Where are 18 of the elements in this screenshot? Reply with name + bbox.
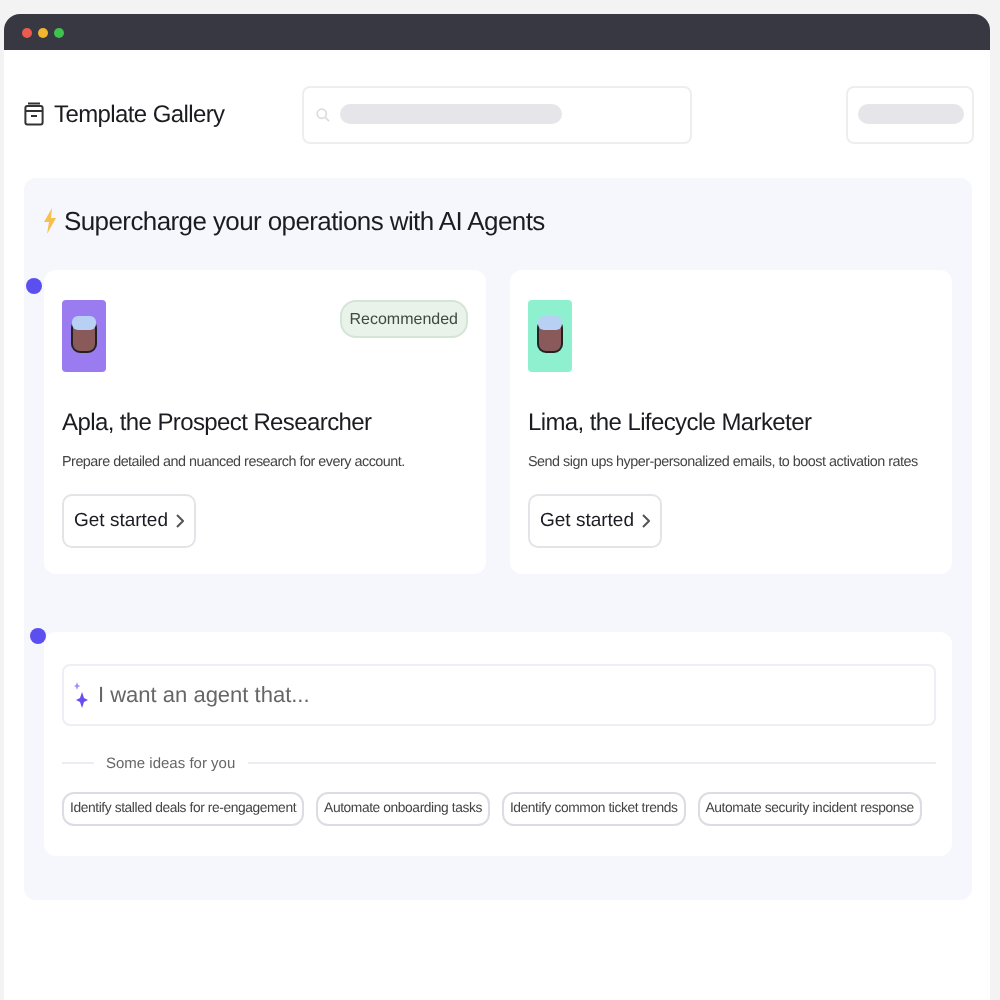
- chevron-icon: [176, 514, 184, 528]
- search-field[interactable]: [302, 85, 692, 143]
- get-started-button[interactable]: Get started: [528, 494, 662, 548]
- sparkle-icon: [74, 682, 88, 708]
- search-icon: [316, 107, 330, 121]
- agent-name: Lima, the Lifecycle Marketer: [528, 408, 814, 436]
- step-dot: [30, 628, 46, 644]
- agent-name: Apla, the Prospect Researcher: [62, 408, 374, 436]
- prompt-field[interactable]: I want an agent that...: [62, 664, 936, 726]
- section-title: Supercharge your operations with AI Agents: [64, 206, 545, 236]
- chevron-icon: [642, 514, 650, 528]
- recommended-badge: Recommended: [339, 300, 468, 338]
- step-dot: [26, 278, 42, 294]
- header-button[interactable]: [846, 85, 974, 143]
- lightning-icon: [44, 208, 56, 234]
- template-icon: [24, 102, 44, 126]
- get-started-button[interactable]: Get started: [62, 494, 196, 548]
- page-title: Template Gallery: [54, 100, 225, 128]
